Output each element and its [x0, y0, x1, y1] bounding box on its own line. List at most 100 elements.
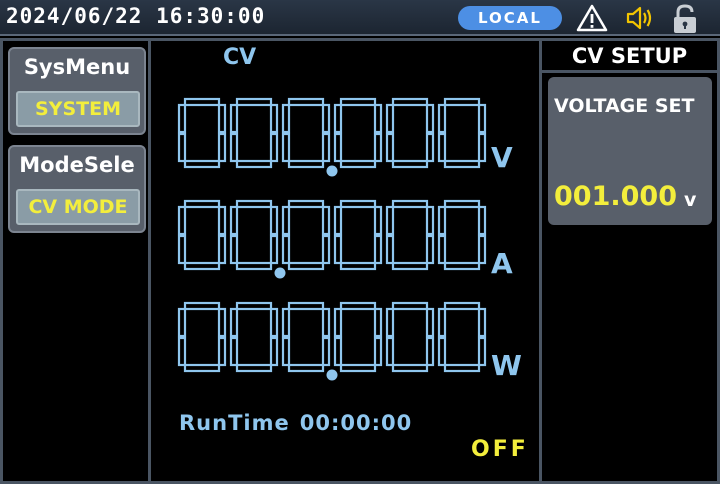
runtime-value: 00:00:00: [299, 411, 413, 435]
setup-panel-title: CV SETUP: [542, 41, 717, 73]
segment-vertical: [269, 205, 279, 236]
segment-vertical: [269, 132, 279, 163]
segment-vertical: [321, 103, 331, 134]
segment-vertical: [281, 103, 291, 134]
segment-vertical: [477, 234, 487, 265]
segment-vertical: [373, 132, 383, 163]
segment-horizontal: [287, 159, 325, 169]
segment-vertical: [281, 132, 291, 163]
segment-horizontal: [391, 363, 429, 373]
segment-vertical: [373, 234, 383, 265]
segment-horizontal: [339, 97, 377, 107]
segment-horizontal: [235, 261, 273, 271]
segment-vertical: [425, 234, 435, 265]
segment-horizontal: [235, 363, 273, 373]
segment-horizontal: [287, 301, 325, 311]
segment-horizontal: [443, 97, 481, 107]
segment-horizontal: [287, 97, 325, 107]
segment-horizontal: [287, 199, 325, 209]
left-menu: SysMenu SYSTEM ModeSele CV MODE: [3, 41, 151, 481]
voltage-unit: V: [491, 141, 513, 174]
segment-vertical: [385, 336, 395, 367]
segment-horizontal: [443, 261, 481, 271]
lock-icon[interactable]: [670, 3, 700, 35]
segment-vertical: [269, 307, 279, 338]
segment-vertical: [229, 234, 239, 265]
segment-vertical: [477, 103, 487, 134]
segment-horizontal: [287, 261, 325, 271]
current-unit: A: [491, 247, 513, 280]
segment-vertical: [281, 205, 291, 236]
segment-vertical: [177, 307, 187, 338]
segment-vertical: [437, 336, 447, 367]
segment-vertical: [385, 132, 395, 163]
output-state[interactable]: OFF: [471, 437, 529, 462]
mode-label: CV: [223, 45, 257, 70]
segment-vertical: [333, 307, 343, 338]
status-bar: 2024/06/22 16:30:00 LOCAL: [0, 0, 720, 36]
segment-vertical: [177, 336, 187, 367]
segment-vertical: [177, 205, 187, 236]
reading-row-1: [177, 199, 487, 279]
segment-vertical: [385, 307, 395, 338]
segment-vertical: [437, 132, 447, 163]
voltage-set-card[interactable]: VOLTAGE SET 001.000 v: [548, 77, 712, 225]
voltage-set-unit: v: [684, 189, 697, 211]
segment-vertical: [217, 336, 227, 367]
segment-vertical: [229, 103, 239, 134]
segment-vertical: [229, 132, 239, 163]
segment-vertical: [373, 336, 383, 367]
segment-vertical: [425, 103, 435, 134]
segment-vertical: [333, 132, 343, 163]
segment-vertical: [177, 234, 187, 265]
segment-horizontal: [183, 363, 221, 373]
segment-horizontal: [443, 301, 481, 311]
segment-horizontal: [339, 199, 377, 209]
segment-horizontal: [183, 261, 221, 271]
warning-icon[interactable]: [576, 3, 608, 33]
segment-vertical: [321, 336, 331, 367]
segment-vertical: [385, 234, 395, 265]
local-mode-badge[interactable]: LOCAL: [458, 6, 562, 30]
segment-horizontal: [183, 199, 221, 209]
cv-mode-button[interactable]: CV MODE: [16, 189, 140, 225]
runtime-label: RunTime: [179, 411, 290, 435]
sysmenu-group: SysMenu SYSTEM: [8, 47, 146, 135]
segment-vertical: [477, 205, 487, 236]
segment-vertical: [229, 205, 239, 236]
segment-vertical: [281, 307, 291, 338]
modesele-group: ModeSele CV MODE: [8, 145, 146, 233]
segment-vertical: [425, 307, 435, 338]
segment-vertical: [333, 205, 343, 236]
segment-vertical: [217, 234, 227, 265]
segment-horizontal: [235, 301, 273, 311]
segment-horizontal: [235, 97, 273, 107]
segment-horizontal: [391, 261, 429, 271]
runtime: RunTime 00:00:00: [179, 411, 412, 435]
system-button[interactable]: SYSTEM: [16, 91, 140, 127]
segment-vertical: [477, 336, 487, 367]
segment-vertical: [333, 103, 343, 134]
segment-vertical: [269, 336, 279, 367]
segment-vertical: [425, 205, 435, 236]
reading-row-2: [177, 301, 487, 381]
segment-vertical: [373, 205, 383, 236]
segment-vertical: [217, 307, 227, 338]
sysmenu-title: SysMenu: [23, 55, 131, 79]
segment-horizontal: [443, 159, 481, 169]
speaker-icon[interactable]: [624, 3, 656, 33]
segment-vertical: [217, 103, 227, 134]
segment-horizontal: [287, 363, 325, 373]
segment-horizontal: [339, 261, 377, 271]
segment-horizontal: [183, 301, 221, 311]
segment-vertical: [321, 234, 331, 265]
segment-horizontal: [339, 159, 377, 169]
segment-vertical: [437, 307, 447, 338]
voltage-set-value[interactable]: 001.000: [554, 181, 677, 212]
segment-vertical: [269, 234, 279, 265]
segment-horizontal: [183, 159, 221, 169]
segment-horizontal: [339, 363, 377, 373]
segment-vertical: [373, 103, 383, 134]
seven-segment-display: [177, 97, 487, 381]
segment-vertical: [425, 132, 435, 163]
